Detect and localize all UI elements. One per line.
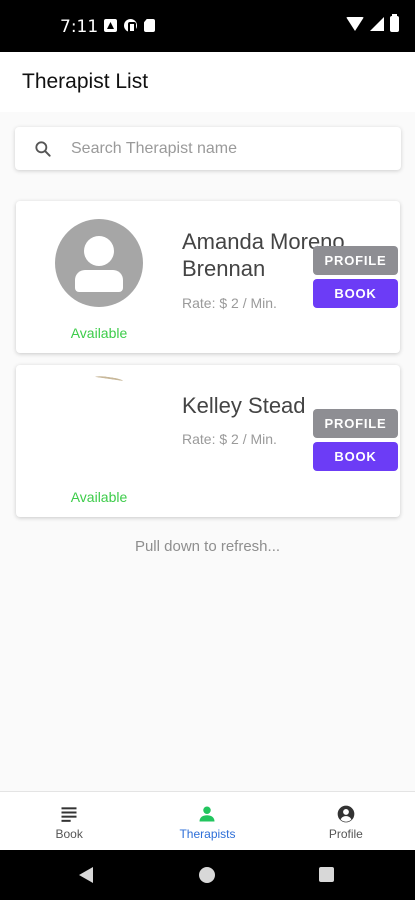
page-title: Therapist List	[22, 70, 149, 93]
search-bar[interactable]	[15, 127, 401, 170]
therapist-photo	[55, 375, 143, 475]
nav-item-therapists[interactable]: Therapists	[138, 792, 276, 850]
profile-button[interactable]: PROFILE	[313, 246, 398, 275]
notification-icons	[104, 19, 155, 33]
therapist-rate: Rate: $ 2 / Min.	[182, 431, 277, 447]
sd-card-icon	[144, 19, 155, 32]
wifi-icon	[346, 17, 364, 31]
status-bar: 7:11	[0, 0, 415, 52]
notification-a-icon	[104, 19, 117, 32]
person-icon	[199, 806, 215, 822]
notification-p-icon	[124, 19, 137, 33]
list-icon	[61, 807, 77, 822]
therapist-card[interactable]: Available Kelley Stead Rate: $ 2 / Min. …	[16, 365, 400, 517]
therapist-rate: Rate: $ 2 / Min.	[182, 295, 277, 311]
profile-button[interactable]: PROFILE	[313, 409, 398, 438]
account-circle-icon	[337, 805, 355, 823]
battery-icon	[390, 14, 399, 32]
nav-label-profile: Profile	[328, 827, 363, 841]
home-icon[interactable]	[199, 867, 215, 883]
cell-signal-icon	[370, 17, 384, 31]
bottom-nav: Book Therapists Profile	[0, 791, 415, 850]
search-icon	[35, 141, 51, 157]
therapist-card[interactable]: Available Amanda Moreno Brennan Rate: $ …	[16, 201, 400, 353]
app-bar: Therapist List	[0, 52, 415, 112]
nav-label-book: Book	[55, 827, 83, 841]
back-icon[interactable]	[79, 867, 93, 883]
system-status-icons	[346, 14, 399, 32]
avatar-placeholder-icon	[55, 219, 143, 307]
search-input[interactable]	[71, 127, 391, 170]
recent-apps-icon[interactable]	[319, 867, 334, 882]
status-time: 7:11	[60, 17, 99, 37]
availability-status: Available	[70, 325, 128, 341]
therapist-name-line1: Kelley Stead	[182, 393, 306, 418]
system-nav-bar	[0, 850, 415, 900]
book-button[interactable]: BOOK	[313, 279, 398, 308]
nav-item-profile[interactable]: Profile	[277, 792, 415, 850]
pull-to-refresh-hint: Pull down to refresh...	[134, 538, 281, 555]
nav-label-therapists: Therapists	[179, 827, 236, 841]
book-button[interactable]: BOOK	[313, 442, 398, 471]
availability-status: Available	[70, 489, 128, 505]
main-content[interactable]: Available Amanda Moreno Brennan Rate: $ …	[0, 112, 415, 791]
therapist-name: Kelley Stead	[182, 392, 306, 419]
nav-item-book[interactable]: Book	[0, 792, 138, 850]
